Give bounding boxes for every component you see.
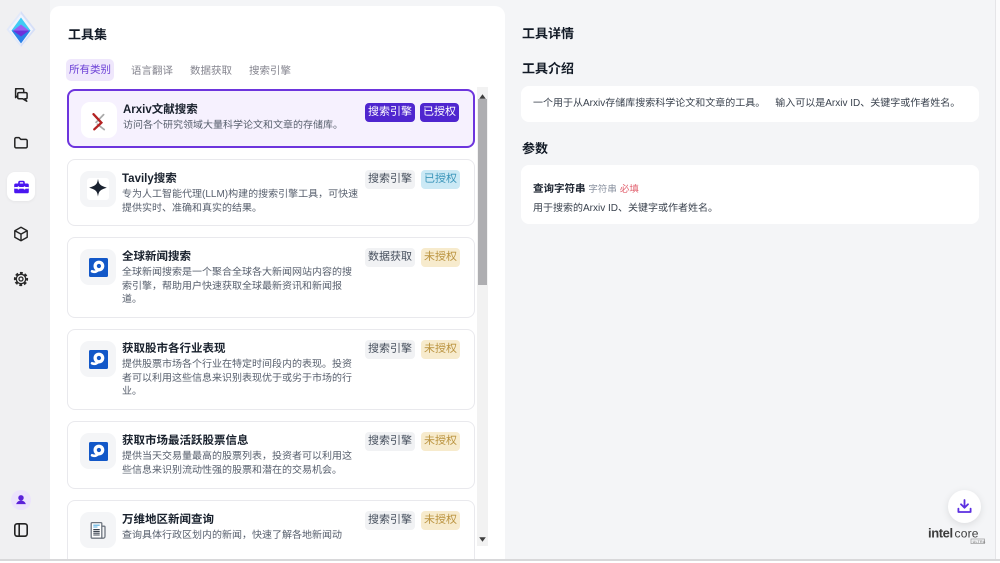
svg-text:intel: intel (928, 526, 953, 541)
svg-text:ULTRA: ULTRA (973, 540, 986, 544)
svg-text:core: core (955, 527, 979, 541)
